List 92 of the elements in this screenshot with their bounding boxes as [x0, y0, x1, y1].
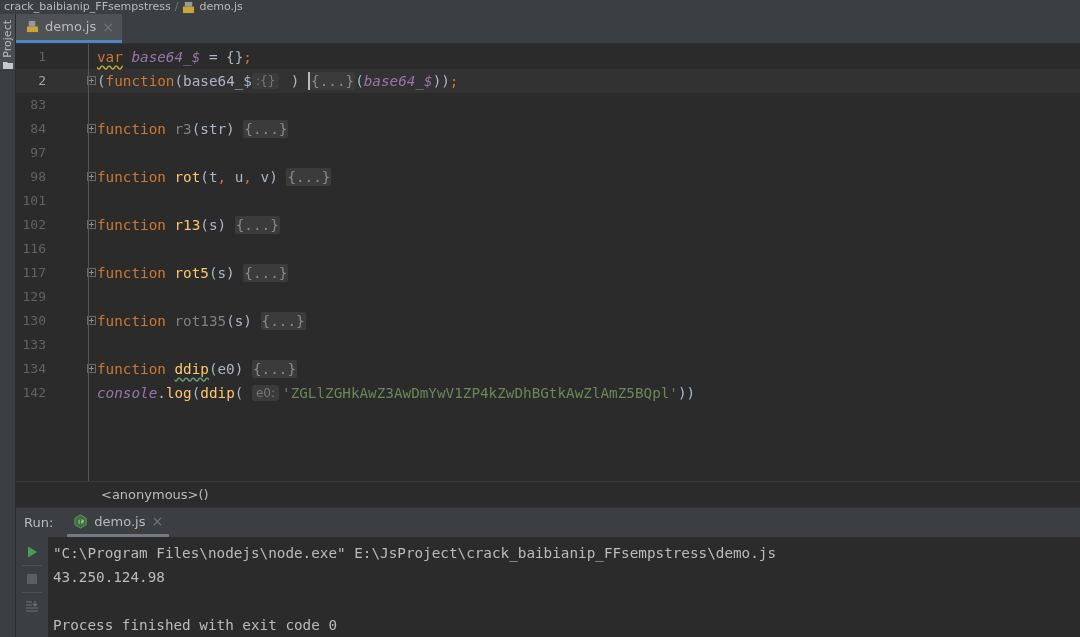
folded-code-button[interactable]: {...} — [286, 167, 332, 186]
line-number: 97 — [29, 145, 46, 161]
line-number: 98 — [29, 169, 46, 185]
keyword-token: function — [97, 120, 167, 137]
line-number: 83 — [29, 97, 46, 113]
code-token: u — [233, 168, 244, 185]
string-token: 'ZGLlZGHkAwZ3AwDmYwV1ZP4kZwDhBGtkAwZlAmZ5BQpl' — [282, 384, 678, 401]
code-token: (e0) — [208, 360, 245, 377]
code-token: = {} — [207, 48, 244, 65]
project-tool-button[interactable]: Project — [0, 14, 15, 69]
close-icon[interactable]: × — [102, 18, 114, 35]
folder-icon — [2, 60, 13, 69]
function-name-token: rot — [174, 168, 201, 185]
node-hexagon-icon — [73, 513, 89, 529]
folded-code-button[interactable]: {...} — [234, 215, 280, 234]
global-variable-token: base64_$ — [130, 48, 201, 65]
keyword-token: function — [97, 168, 167, 185]
expand-icon[interactable] — [87, 76, 96, 86]
code-token: )) — [432, 72, 450, 89]
code-token: (s) — [208, 264, 236, 281]
line-number: 84 — [29, 121, 46, 137]
line-number: 134 — [21, 361, 46, 377]
console-line: Process finished with exit code 0 — [53, 616, 339, 635]
folded-code-button[interactable]: {...} — [243, 119, 289, 138]
parameter-hint: e0: — [251, 384, 280, 401]
line-number: 117 — [21, 265, 46, 281]
function-name-token: log — [165, 384, 192, 401]
keyword-token: function — [97, 312, 167, 329]
path-separator: / — [174, 0, 179, 14]
expand-icon[interactable] — [87, 172, 96, 182]
keyword-token: , — [243, 168, 252, 185]
line-number: 130 — [21, 313, 46, 329]
line-number: 133 — [21, 337, 46, 353]
line-number: 129 — [21, 289, 46, 305]
code-token: (base64_$ — [174, 72, 252, 89]
code-token: ( — [355, 72, 364, 89]
console-line: 43.250.124.98 — [53, 568, 166, 587]
code-breadcrumb[interactable]: <anonymous>() — [101, 487, 209, 503]
unused-function-token: rot135 — [174, 312, 227, 329]
code-token: ) — [289, 72, 301, 89]
console-line: "C:\Program Files\nodejs\node.exe" E:\JsProject\crack_baibianip_FFsempstress\demo.js — [53, 544, 777, 564]
folded-code-button[interactable]: {...} — [260, 311, 306, 330]
line-number: 116 — [21, 241, 46, 257]
code-token: (s) — [200, 216, 228, 233]
run-label: Run: — [23, 515, 55, 531]
function-name-token: ddip — [200, 384, 235, 401]
keyword-token: ; — [243, 48, 252, 65]
line-number: 2 — [37, 73, 46, 89]
code-token: (str) — [191, 120, 236, 137]
function-name-token: rot5 — [174, 264, 209, 281]
code-token: )) — [678, 384, 696, 401]
keyword-token: , — [217, 168, 227, 185]
unused-function-token: r3 — [174, 120, 192, 137]
expand-icon[interactable] — [87, 316, 96, 326]
folded-code-button[interactable]: {...} — [310, 71, 356, 90]
line-number: 101 — [21, 193, 46, 209]
keyword-token: var — [97, 48, 123, 65]
keyword-token: function — [105, 72, 175, 89]
function-name-token: r13 — [174, 216, 201, 233]
keyword-token: ; — [449, 72, 459, 89]
expand-icon[interactable] — [87, 220, 96, 230]
keyword-token: function — [97, 216, 167, 233]
tab-label: demo.js — [45, 19, 97, 35]
line-number: 102 — [21, 217, 46, 233]
keyword-token: function — [97, 360, 167, 377]
code-token: (t — [200, 168, 218, 185]
global-variable-token: base64_$ — [363, 72, 433, 89]
folded-code-button[interactable]: {...} — [251, 359, 297, 378]
js-file-icon — [26, 20, 39, 34]
js-file-icon — [182, 0, 196, 14]
tab-label: demo.js — [94, 513, 146, 529]
expand-icon[interactable] — [87, 124, 96, 134]
line-number: 1 — [37, 49, 46, 65]
function-name-token: ddip — [174, 360, 209, 377]
folded-code-button[interactable]: {...} — [243, 263, 289, 282]
file-path[interactable]: demo.js — [199, 0, 243, 14]
expand-icon[interactable] — [87, 268, 96, 278]
expand-icon[interactable] — [87, 364, 96, 374]
run-icon[interactable] — [25, 545, 39, 559]
code-token: v) — [259, 168, 279, 185]
editor-tab[interactable]: demo.js × — [16, 14, 122, 43]
parameter-hint: :{} — [251, 72, 280, 89]
code-token: ( — [97, 72, 106, 89]
global-variable-token: console — [97, 384, 158, 401]
code-token: (s) — [226, 312, 253, 329]
close-icon[interactable]: × — [151, 513, 164, 530]
line-number: 142 — [21, 385, 46, 401]
keyword-token: function — [97, 264, 167, 281]
code-token: . — [157, 384, 166, 401]
code-token: ( — [191, 384, 201, 401]
code-token: ( — [234, 384, 245, 401]
folder-path[interactable]: crack_baibianip_FFsempstress — [4, 0, 171, 14]
